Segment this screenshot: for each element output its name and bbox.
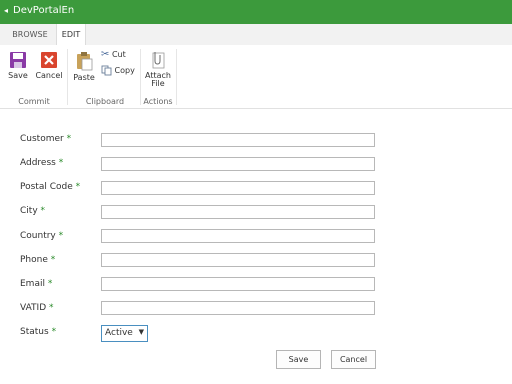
label-city: City *: [20, 206, 46, 216]
vatid-input[interactable]: [101, 301, 375, 315]
ribbon-save-button[interactable]: Save: [6, 51, 30, 80]
top-bar: ◂ DevPortalEn: [0, 0, 512, 24]
ribbon-paste-button[interactable]: Paste: [72, 51, 96, 82]
clipboard-paste-icon: [77, 52, 93, 71]
status-select[interactable]: Active ▼: [101, 325, 148, 342]
label-phone: Phone *: [20, 255, 56, 265]
customer-input[interactable]: [101, 133, 375, 147]
label-postal-code: Postal Code *: [20, 182, 81, 192]
ribbon-cut-label: Cut: [111, 50, 126, 59]
ribbon-copy-label: Copy: [114, 66, 135, 75]
email-input[interactable]: [101, 277, 375, 291]
group-label-clipboard: Clipboard: [85, 97, 125, 106]
save-button[interactable]: Save: [276, 350, 321, 369]
group-label-actions: Actions: [143, 97, 173, 106]
ribbon-cancel-label: Cancel: [35, 71, 63, 80]
label-address: Address *: [20, 158, 64, 168]
site-title[interactable]: DevPortalEn: [13, 5, 74, 16]
chevron-down-icon: ▼: [138, 328, 144, 336]
ribbon-attach-file-button[interactable]: Attach File: [143, 50, 173, 88]
ribbon-tabs: BROWSE EDIT: [0, 24, 512, 46]
tab-browse[interactable]: BROWSE: [6, 24, 54, 45]
tab-edit[interactable]: EDIT: [56, 24, 86, 46]
postal-code-input[interactable]: [101, 181, 375, 195]
group-divider: [176, 49, 177, 105]
chevron-left-icon[interactable]: ◂: [4, 6, 8, 15]
ribbon-paste-label: Paste: [73, 73, 95, 82]
ribbon: Save Cancel Commit Paste ✂ Cut Copy Clip…: [0, 45, 512, 109]
ribbon-attach-label-2: File: [151, 79, 165, 88]
address-input[interactable]: [101, 157, 375, 171]
label-status: Status *: [20, 327, 57, 337]
ribbon-save-label: Save: [8, 71, 28, 80]
status-select-value: Active: [105, 328, 133, 338]
label-country: Country *: [20, 231, 64, 241]
ribbon-cancel-button[interactable]: Cancel: [35, 51, 63, 80]
label-customer: Customer *: [20, 134, 72, 144]
group-label-commit: Commit: [18, 97, 50, 106]
copy-icon: [101, 65, 112, 76]
ribbon-cut-button[interactable]: ✂ Cut: [101, 49, 133, 61]
close-icon: [41, 52, 57, 68]
ribbon-copy-button[interactable]: Copy: [101, 65, 137, 77]
country-input[interactable]: [101, 229, 375, 243]
cancel-button[interactable]: Cancel: [331, 350, 376, 369]
phone-input[interactable]: [101, 253, 375, 267]
label-email: Email *: [20, 279, 53, 289]
city-input[interactable]: [101, 205, 375, 219]
group-divider: [67, 49, 68, 105]
paperclip-icon: [152, 52, 165, 69]
floppy-disk-icon: [10, 52, 26, 68]
label-vatid: VATID *: [20, 303, 54, 313]
scissors-icon: ✂: [101, 49, 110, 60]
